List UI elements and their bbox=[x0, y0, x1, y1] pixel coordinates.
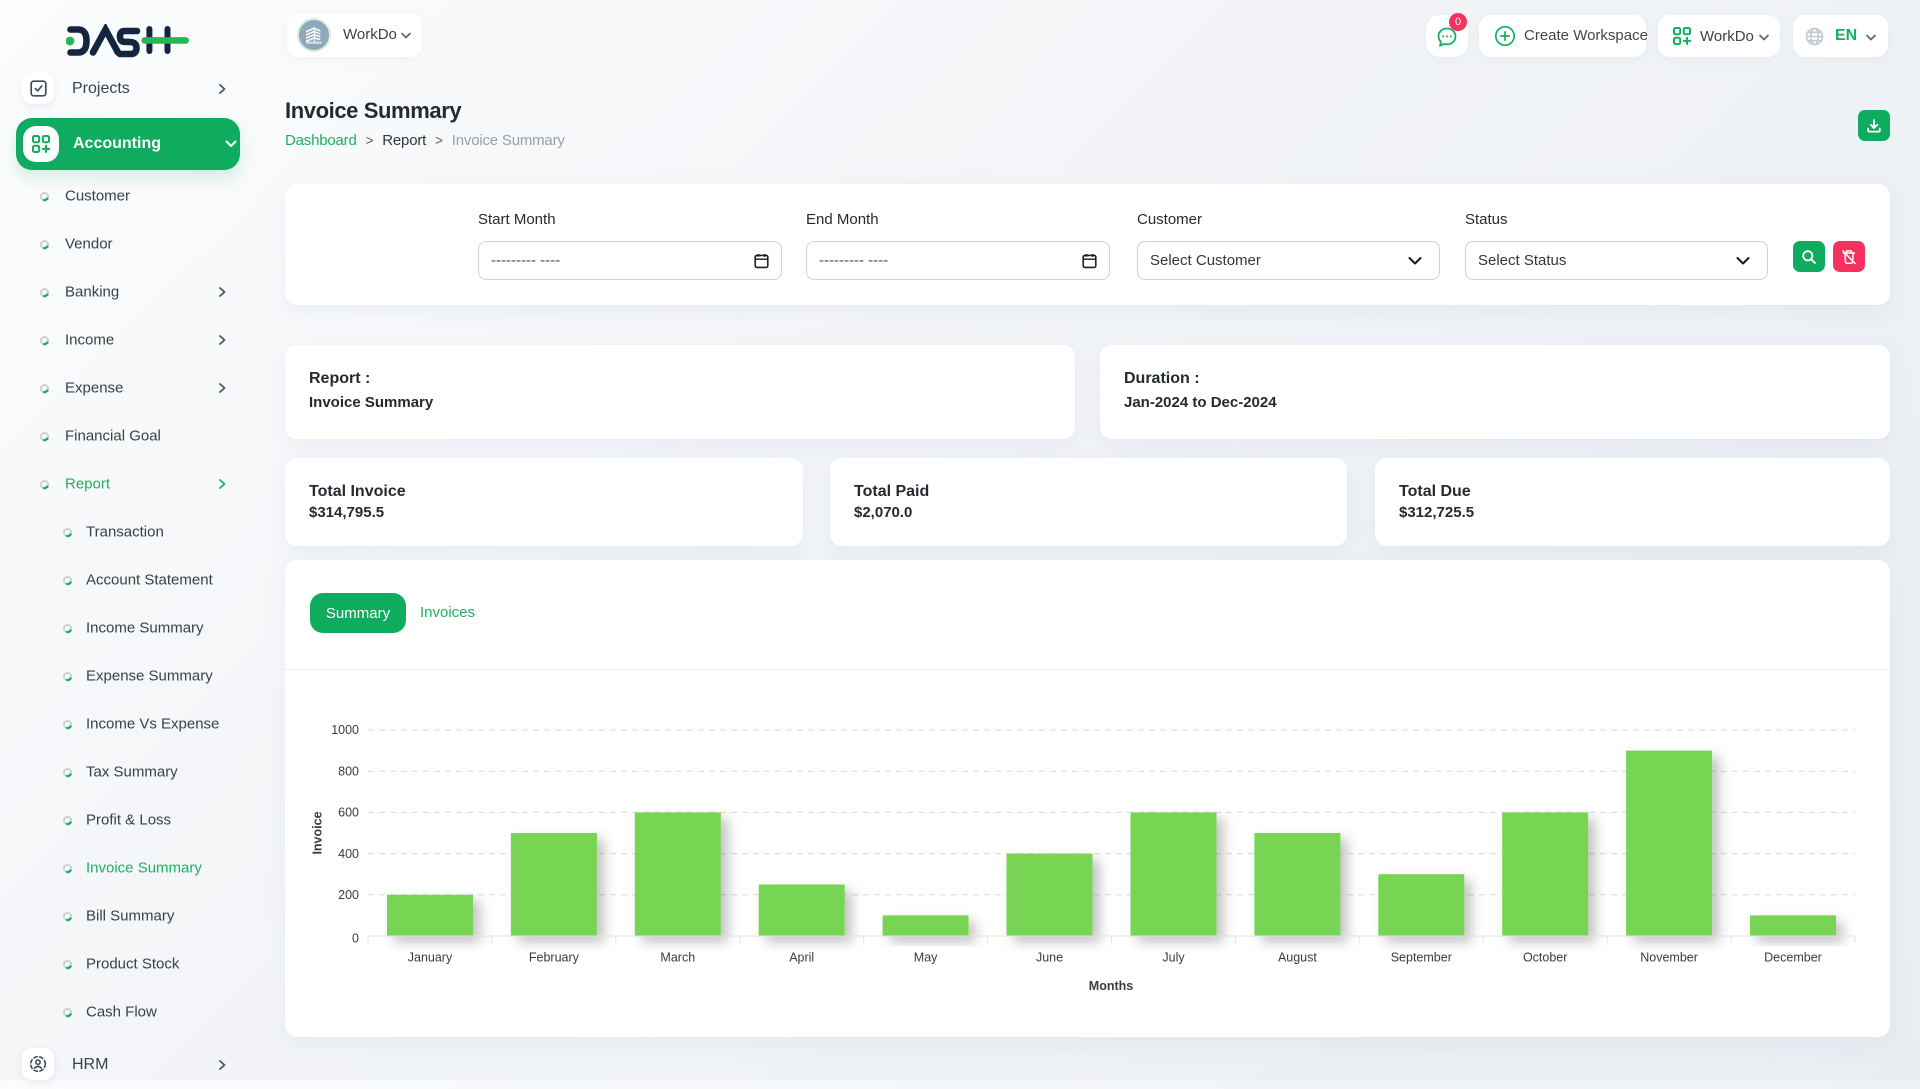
svg-text:0: 0 bbox=[352, 931, 359, 945]
svg-text:1000: 1000 bbox=[331, 723, 359, 737]
svg-text:November: November bbox=[1640, 951, 1698, 965]
svg-text:600: 600 bbox=[338, 806, 359, 820]
svg-text:April: April bbox=[789, 951, 814, 965]
svg-text:800: 800 bbox=[338, 764, 359, 778]
svg-text:Invoice: Invoice bbox=[311, 811, 325, 854]
svg-text:May: May bbox=[914, 951, 938, 965]
svg-text:June: June bbox=[1036, 951, 1063, 965]
svg-text:October: October bbox=[1523, 951, 1567, 965]
svg-text:400: 400 bbox=[338, 847, 359, 861]
svg-text:200: 200 bbox=[338, 888, 359, 902]
svg-text:Months: Months bbox=[1089, 979, 1133, 993]
svg-text:July: July bbox=[1162, 951, 1185, 965]
svg-text:January: January bbox=[408, 951, 453, 965]
svg-text:December: December bbox=[1764, 951, 1822, 965]
svg-text:February: February bbox=[529, 951, 580, 965]
svg-text:March: March bbox=[660, 951, 695, 965]
svg-text:August: August bbox=[1278, 951, 1317, 965]
svg-text:September: September bbox=[1391, 951, 1452, 965]
